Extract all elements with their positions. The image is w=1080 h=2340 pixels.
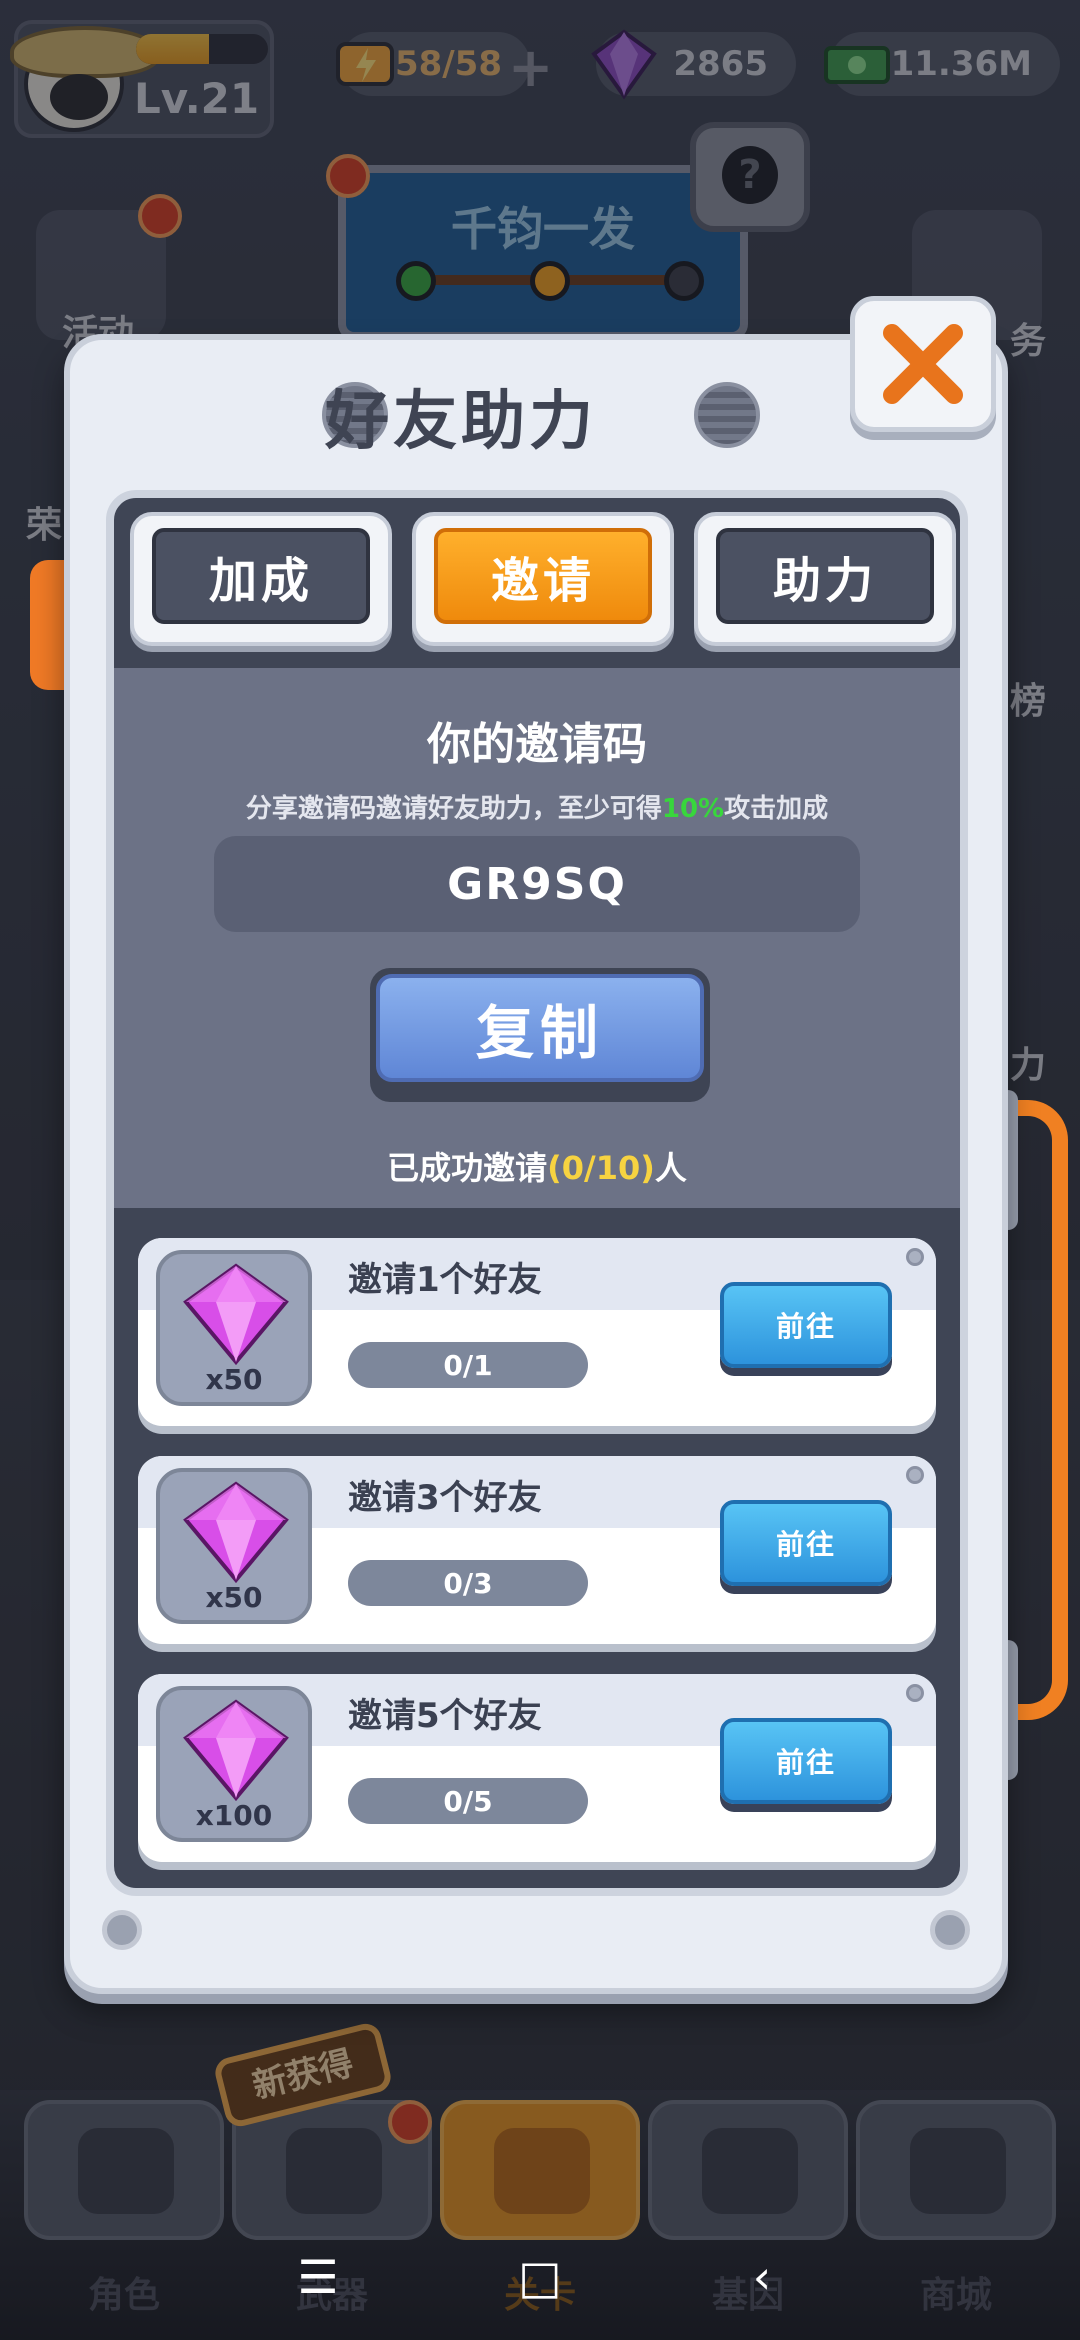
gem-icon bbox=[183, 1481, 289, 1584]
invite-code-heading: 你的邀请码 bbox=[427, 719, 647, 770]
dialog-inner-panel: 加成 邀请 助力 你的邀请码 分享邀请码邀请好友助力，至少可得10%攻击加成 G… bbox=[106, 490, 968, 1896]
home-icon[interactable]: □ bbox=[504, 2247, 576, 2307]
reward-title: 邀请3个好友 bbox=[348, 1478, 542, 1518]
reward-title: 邀请5个好友 bbox=[348, 1696, 542, 1736]
reward-quantity: x50 bbox=[205, 1581, 263, 1614]
tab-bar: 加成 邀请 助力 bbox=[130, 512, 956, 652]
reward-quantity: x100 bbox=[195, 1799, 273, 1832]
invited-count-line: 已成功邀请(0/10)人 bbox=[114, 1143, 960, 1189]
close-button[interactable] bbox=[850, 296, 996, 432]
back-icon[interactable]: ‹ bbox=[726, 2247, 798, 2307]
copy-button-label: 复制 bbox=[376, 974, 704, 1082]
invite-code-field[interactable]: GR9SQ bbox=[214, 836, 860, 932]
gem-icon bbox=[183, 1263, 289, 1366]
footer-bolt-left bbox=[102, 1910, 142, 1950]
reward-item-slot: x50 bbox=[156, 1250, 312, 1406]
card-pin bbox=[906, 1248, 924, 1266]
close-icon bbox=[883, 324, 963, 404]
tab-bonus-label: 加成 bbox=[152, 528, 370, 624]
dialog-header: 好友助力 bbox=[70, 296, 1002, 470]
reward-progress: 0/5 bbox=[348, 1778, 588, 1824]
menu-icon[interactable]: ☰ bbox=[282, 2247, 354, 2307]
invite-desc-suffix: 攻击加成 bbox=[724, 794, 829, 824]
card-pin bbox=[906, 1466, 924, 1484]
tab-invite-label: 邀请 bbox=[434, 528, 652, 624]
tab-assist[interactable]: 助力 bbox=[694, 512, 956, 646]
go-button[interactable]: 前往 bbox=[720, 1282, 892, 1368]
system-nav-bar: ☰ □ ‹ bbox=[0, 2238, 1080, 2316]
title-bolt-right bbox=[694, 382, 760, 448]
friend-assist-dialog: 好友助力 加成 邀请 助力 你的邀请码 分享邀请码邀请好友助力，至少可得10%攻… bbox=[64, 296, 1008, 1994]
reward-card-2: x50 邀请3个好友 0/3 前往 bbox=[138, 1456, 936, 1644]
reward-item-slot: x100 bbox=[156, 1686, 312, 1842]
reward-card-1: x50 邀请1个好友 0/1 前往 bbox=[138, 1238, 936, 1426]
footer-bolt-right bbox=[930, 1910, 970, 1950]
go-button[interactable]: 前往 bbox=[720, 1500, 892, 1586]
reward-progress: 0/1 bbox=[348, 1342, 588, 1388]
invite-desc-prefix: 分享邀请码邀请好友助力，至少可得 bbox=[245, 794, 662, 824]
reward-card-3: x100 邀请5个好友 0/5 前往 bbox=[138, 1674, 936, 1862]
card-pin bbox=[906, 1684, 924, 1702]
reward-item-slot: x50 bbox=[156, 1468, 312, 1624]
gem-icon bbox=[183, 1699, 289, 1802]
invite-desc-percent: 10% bbox=[661, 794, 725, 824]
tab-assist-label: 助力 bbox=[716, 528, 934, 624]
reward-title: 邀请1个好友 bbox=[348, 1260, 542, 1300]
reward-quantity: x50 bbox=[205, 1363, 263, 1396]
tab-invite[interactable]: 邀请 bbox=[412, 512, 674, 646]
invited-count: (0/10) bbox=[547, 1149, 655, 1187]
copy-button[interactable]: 复制 bbox=[370, 968, 710, 1102]
tab-bonus[interactable]: 加成 bbox=[130, 512, 392, 646]
invite-description: 分享邀请码邀请好友助力，至少可得10%攻击加成 bbox=[114, 788, 960, 825]
invited-suffix: 人 bbox=[654, 1149, 687, 1187]
invited-prefix: 已成功邀请 bbox=[387, 1149, 548, 1187]
reward-progress: 0/3 bbox=[348, 1560, 588, 1606]
go-button[interactable]: 前往 bbox=[720, 1718, 892, 1804]
invite-code-section: 你的邀请码 分享邀请码邀请好友助力，至少可得10%攻击加成 GR9SQ 复制 已… bbox=[114, 668, 960, 1208]
